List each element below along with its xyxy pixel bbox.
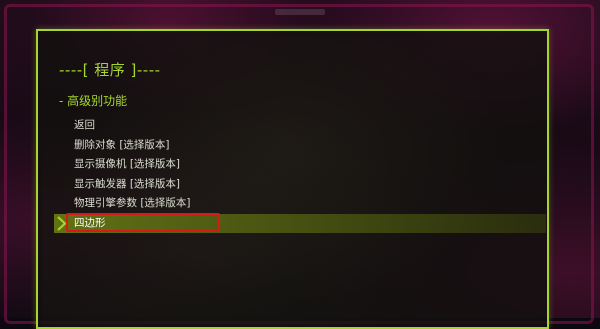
menu-item-physics-params[interactable]: 物理引擎参数 [选择版本] bbox=[54, 194, 546, 214]
section-heading: - 高级别功能 bbox=[59, 94, 128, 108]
menu-item-back[interactable]: 返回 bbox=[54, 116, 546, 136]
selection-highlight-box bbox=[66, 212, 220, 232]
menu-item-show-triggers[interactable]: 显示触发器 [选择版本] bbox=[54, 175, 546, 195]
menu-item-label: 显示触发器 [选择版本] bbox=[74, 177, 181, 190]
menu-item-label: 物理引擎参数 [选择版本] bbox=[74, 197, 191, 209]
menu-item-delete-object[interactable]: 删除对象 [选择版本] bbox=[54, 136, 546, 156]
menu-item-quad[interactable]: 四边形 bbox=[54, 212, 546, 233]
menu-list: 返回 删除对象 [选择版本] 显示摄像机 [选择版本] 显示触发器 [选择版本]… bbox=[54, 116, 546, 233]
menu-item-label: 删除对象 [选择版本] bbox=[74, 138, 170, 151]
menu-item-show-camera[interactable]: 显示摄像机 [选择版本] bbox=[54, 155, 546, 175]
top-logo bbox=[275, 9, 325, 15]
page-title: ----[ 程序 ]---- bbox=[59, 61, 161, 79]
menu-item-label: 返回 bbox=[74, 119, 95, 131]
menu-item-label: 显示摄像机 [选择版本] bbox=[74, 158, 181, 170]
